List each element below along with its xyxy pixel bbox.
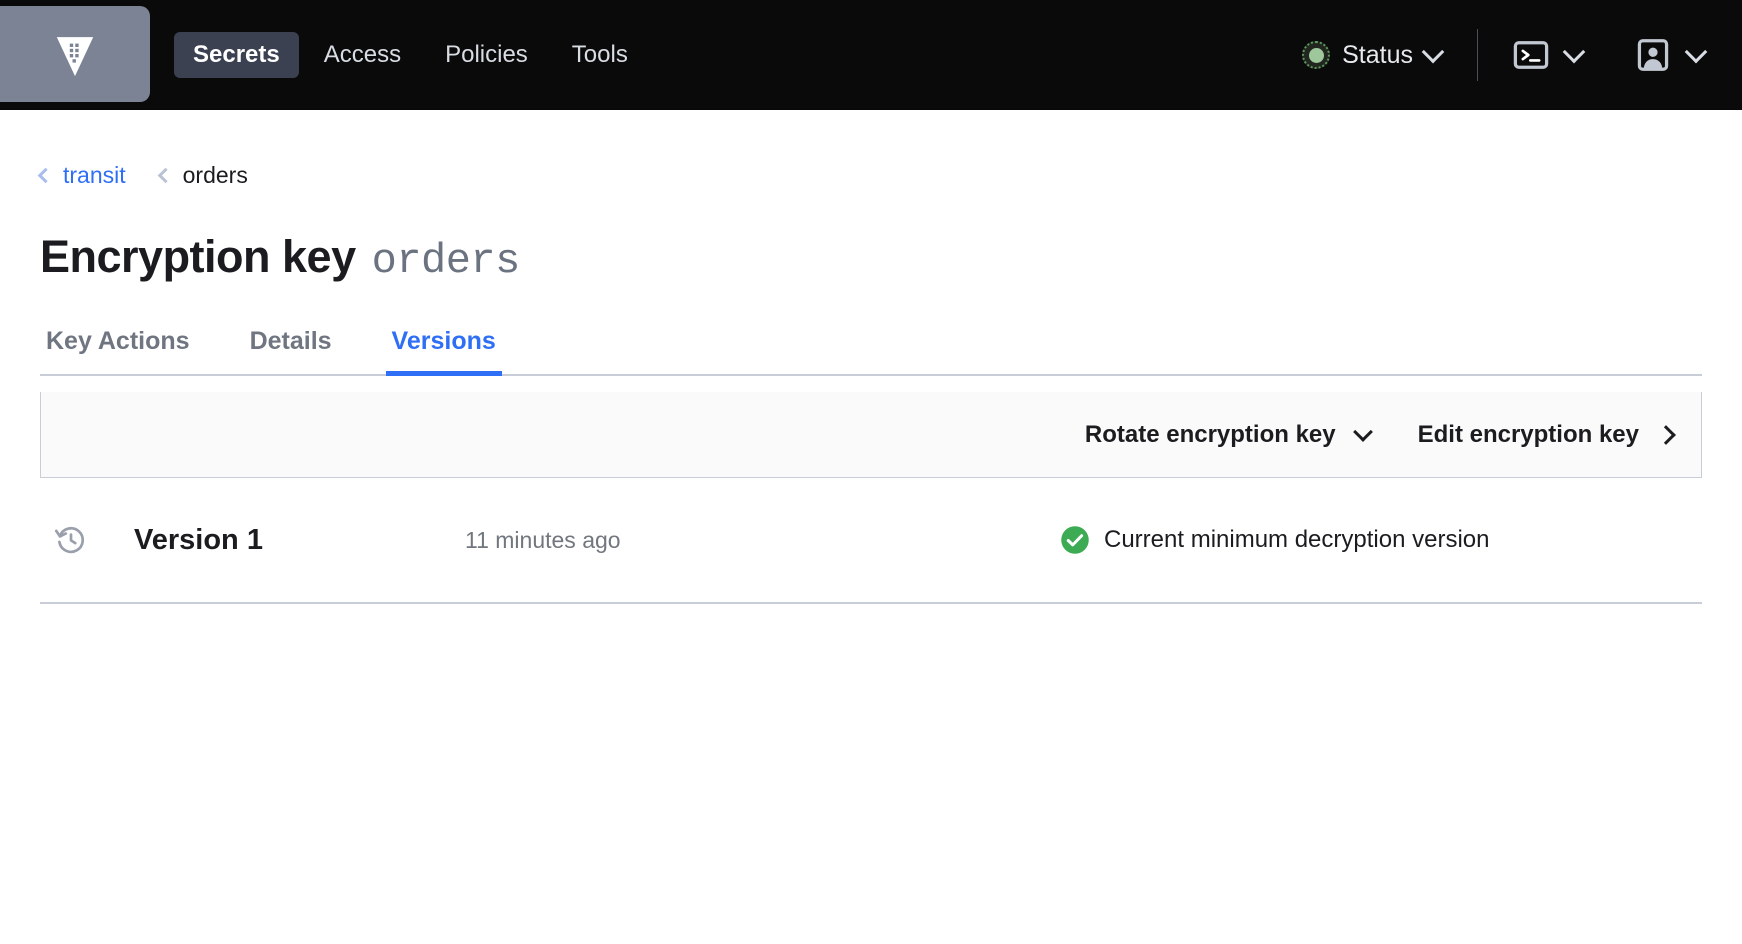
status-badge-label: Current minimum decryption version	[1104, 526, 1490, 553]
version-timestamp: 11 minutes ago	[465, 526, 621, 553]
nav-item-tools[interactable]: Tools	[553, 32, 647, 78]
page-title-prefix: Encryption key	[40, 231, 356, 282]
console-toggle-button[interactable]	[1504, 30, 1590, 80]
tab-details[interactable]: Details	[244, 329, 338, 374]
breadcrumb-item-orders: orders	[182, 162, 248, 188]
tab-label: Details	[249, 327, 332, 355]
status-dot-icon	[1302, 41, 1331, 69]
chevron-down-icon	[1421, 40, 1445, 64]
version-list: Version 1 11 minutes ago Current minimum…	[40, 478, 1702, 604]
breadcrumb-item-transit[interactable]: transit	[63, 162, 126, 189]
edit-encryption-key-label: Edit encryption key	[1417, 420, 1639, 448]
nav-item-label: Policies	[445, 41, 528, 68]
status-dot-inner	[1308, 47, 1324, 63]
page-title-key-name: orders	[371, 237, 521, 285]
navbar-divider	[1477, 29, 1478, 81]
rotate-encryption-key-label: Rotate encryption key	[1084, 420, 1336, 448]
chevron-left-icon	[37, 167, 54, 184]
terminal-icon	[1513, 41, 1549, 69]
breadcrumb: transit orders	[37, 162, 1702, 189]
nav-item-label: Access	[323, 41, 402, 68]
user-avatar-icon	[1637, 39, 1669, 71]
tab-label: Key Actions	[46, 327, 190, 355]
navbar-right-cluster: Status	[1292, 29, 1712, 81]
primary-nav: Secrets Access Policies Tools	[174, 32, 647, 78]
chevron-down-icon	[1352, 421, 1373, 442]
nav-item-secrets[interactable]: Secrets	[174, 32, 299, 78]
version-name: Version 1	[134, 523, 263, 556]
check-circle-icon	[1061, 526, 1089, 554]
history-rotate-icon	[54, 526, 85, 554]
main-content: transit orders Encryption key orders Key…	[0, 162, 1742, 604]
nav-item-policies[interactable]: Policies	[426, 32, 547, 78]
toolbar: Rotate encryption key Edit encryption ke…	[40, 392, 1702, 478]
vault-logo-icon	[56, 37, 94, 77]
user-menu-button[interactable]	[1626, 30, 1712, 80]
rotate-encryption-key-button[interactable]: Rotate encryption key	[1084, 420, 1373, 448]
nav-item-label: Secrets	[193, 41, 280, 68]
status-label: Status	[1342, 40, 1413, 69]
tab-label: Versions	[391, 327, 496, 355]
tab-bar: Key Actions Details Versions	[40, 329, 1702, 376]
chevron-right-icon	[1656, 424, 1676, 445]
vault-logo-button[interactable]	[0, 6, 150, 102]
tab-key-actions[interactable]: Key Actions	[40, 329, 196, 374]
nav-item-label: Tools	[571, 41, 628, 68]
edit-encryption-key-button[interactable]: Edit encryption key	[1417, 420, 1676, 448]
version-row[interactable]: Version 1 11 minutes ago Current minimum…	[40, 478, 1702, 604]
top-navbar: Secrets Access Policies Tools Status	[0, 0, 1742, 110]
status-menu-button[interactable]: Status	[1292, 35, 1451, 75]
chevron-left-icon	[157, 167, 173, 184]
chevron-down-icon	[1684, 40, 1708, 64]
tab-versions[interactable]: Versions	[385, 327, 503, 376]
status-badge: Current minimum decryption version	[1060, 525, 1489, 555]
page-title: Encryption key orders	[40, 231, 1702, 285]
chevron-down-icon	[1562, 40, 1586, 64]
nav-item-access[interactable]: Access	[305, 32, 420, 78]
